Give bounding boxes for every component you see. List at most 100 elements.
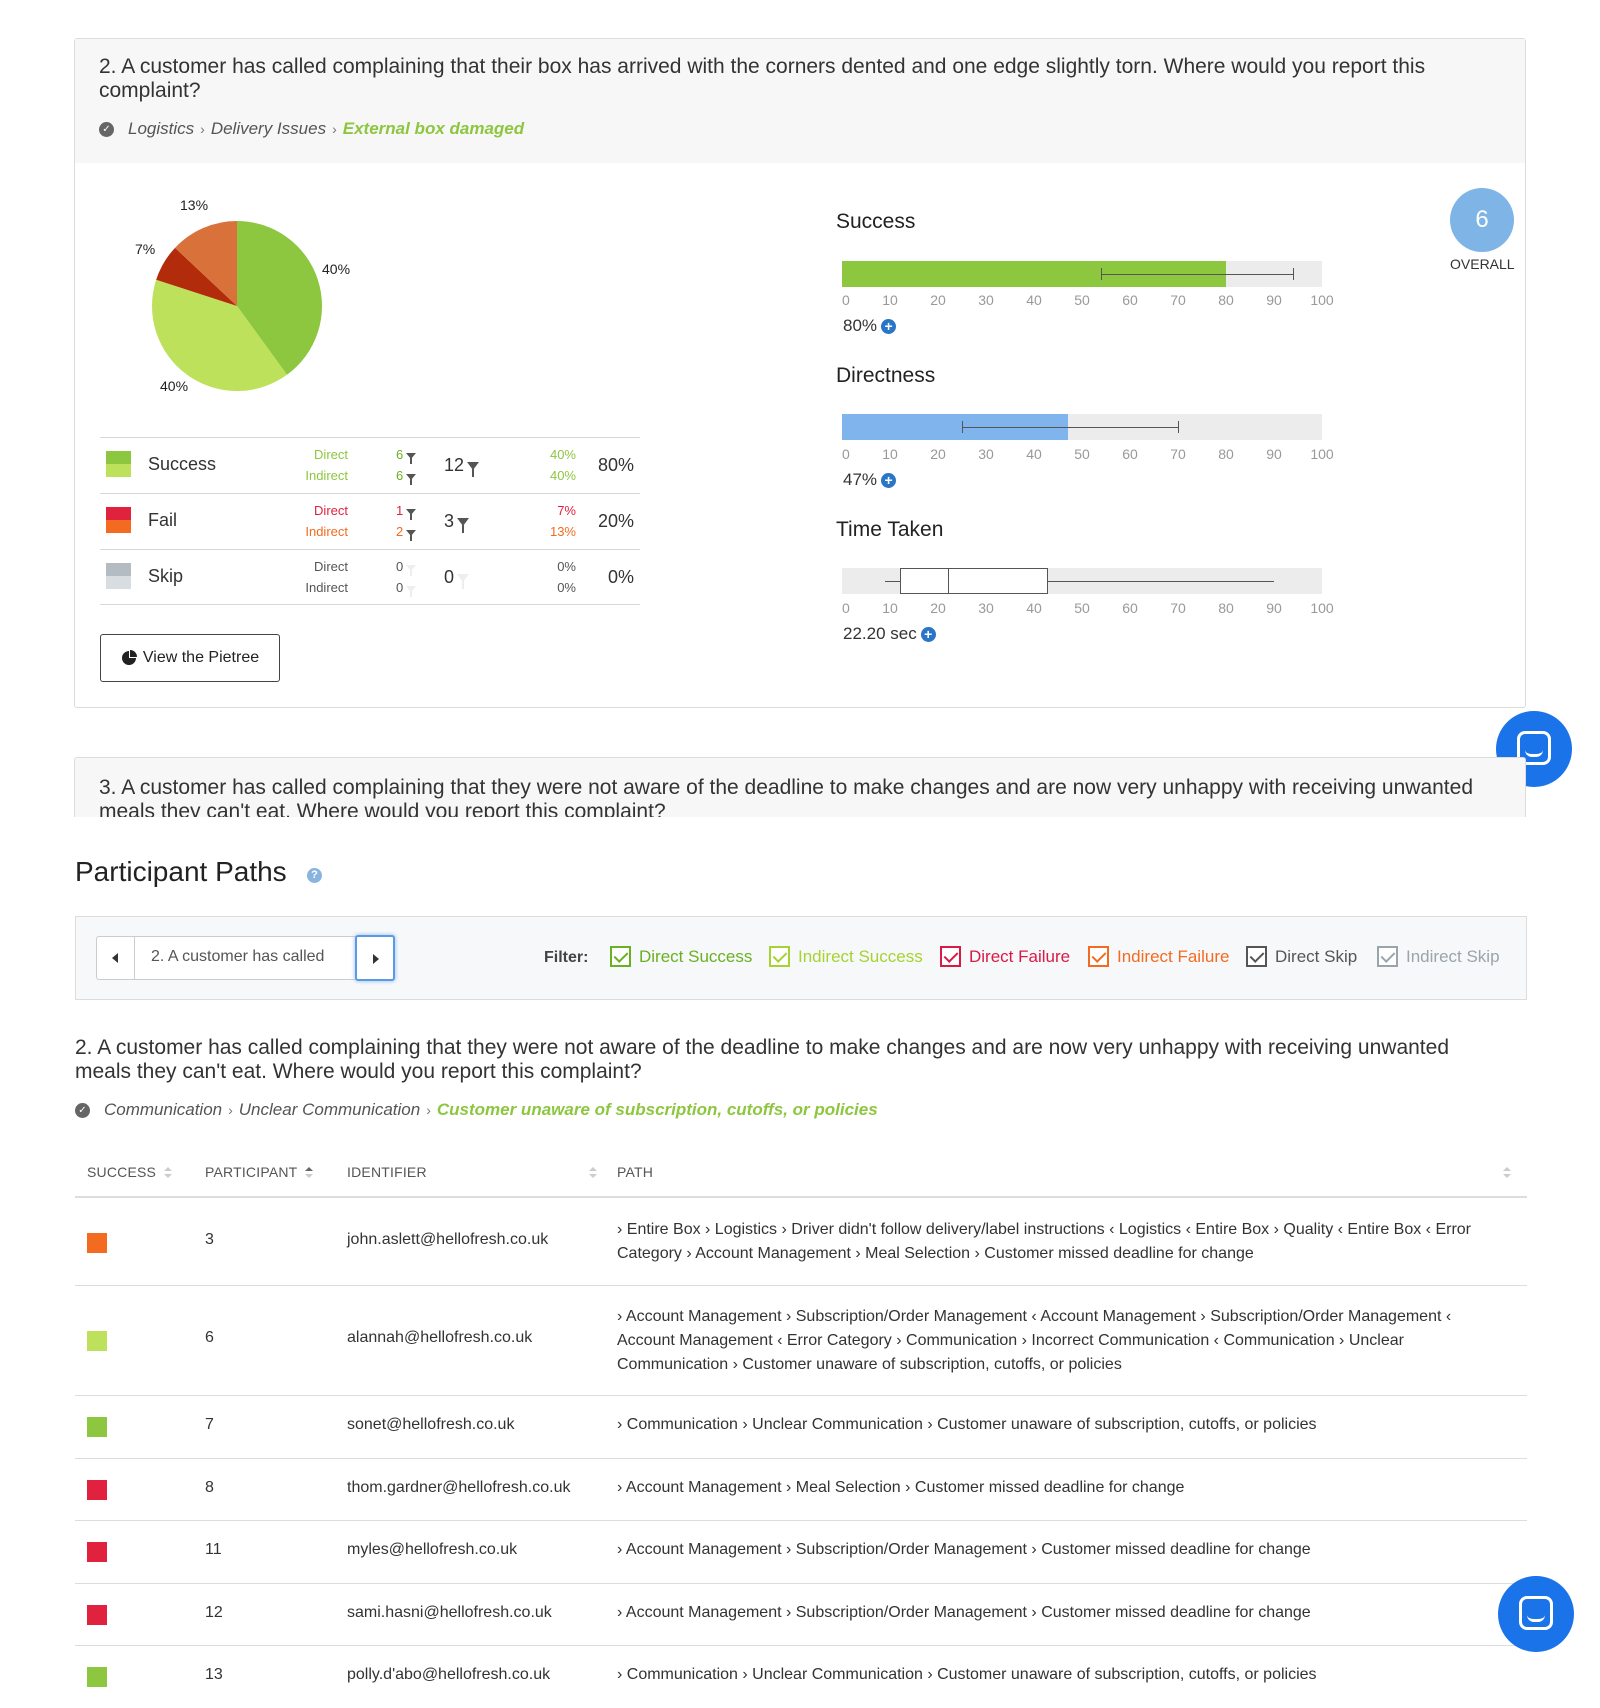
axis-tick-label: 90 [1266,292,1282,308]
table-row[interactable]: 7 sonet@hellofresh.co.uk › Communication… [75,1396,1527,1459]
direct-count: 0 [396,559,417,576]
directness-value: 47% + [843,470,897,490]
expand-plus-icon[interactable]: + [881,472,897,488]
filter-indirect-failure[interactable]: Indirect Failure [1088,946,1229,967]
pie-icon [121,650,137,665]
directness-axis: 0 10 20 30 40 50 60 70 80 90 100 [842,446,1334,462]
fail-swatch [106,507,131,533]
filter-indirect-success[interactable]: Indirect Success [769,946,923,967]
identifier: myles@hellofresh.co.uk [347,1541,518,1558]
count: 0 [444,567,455,587]
indirect-count-filter[interactable]: 2 [396,524,417,541]
axis-tick-label: 50 [1074,446,1090,462]
path-text: › Account Management › Meal Selection › … [617,1479,1185,1496]
total-count-filter[interactable]: 12 [444,455,480,478]
axis-tick-label: 60 [1122,292,1138,308]
help-icon[interactable]: ? [307,868,322,883]
axis-tick-label: 80 [1218,292,1234,308]
table-row[interactable]: 11 myles@hellofresh.co.uk › Account Mana… [75,1521,1527,1584]
funnel-icon [406,508,417,520]
direct-label: Direct [314,447,348,462]
total-pct: 80% [597,455,634,475]
identifier: john.aslett@hellofresh.co.uk [347,1231,549,1248]
view-pietree-button[interactable]: View the Pietree [100,634,280,682]
axis-tick-label: 70 [1170,292,1186,308]
confidence-interval [962,427,1178,428]
axis-tick-label: 40 [1026,600,1042,616]
table-row[interactable]: 6 alannah@hellofresh.co.uk › Account Man… [75,1286,1527,1396]
breadcrumb-item: Communication [104,1100,223,1119]
indirect-label: Indirect [305,524,348,539]
axis-tick-label: 40 [1026,446,1042,462]
axis-tick-label: 0 [842,446,850,462]
funnel-icon [457,518,470,534]
column-header-participant[interactable]: PARTICIPANT [205,1164,314,1180]
success-axis: 0 10 20 30 40 50 60 70 80 90 100 [842,292,1334,308]
card-header: 2. A customer has called complaining tha… [75,39,1525,163]
confidence-interval [1101,274,1294,275]
pie-label: 13% [180,197,209,213]
header-label: PARTICIPANT [205,1164,298,1180]
breadcrumb-item: Unclear Communication [238,1100,421,1119]
question-title: 3. A customer has called complaining tha… [99,776,1474,817]
indirect-count-filter[interactable]: 6 [396,468,417,485]
filter-direct-success[interactable]: Direct Success [610,946,752,967]
filter-direct-failure[interactable]: Direct Failure [940,946,1070,967]
question-selector-label: 2. A customer has called [151,948,325,965]
filter-direct-skip[interactable]: Direct Skip [1246,946,1357,967]
filter-option-label: Indirect Skip [1406,946,1500,966]
direct-label: Direct [314,559,348,574]
expand-plus-icon[interactable]: + [920,626,936,642]
column-header-success[interactable]: SUCCESS [87,1164,173,1180]
table-row[interactable]: 12 sami.hasni@hellofresh.co.uk › Account… [75,1584,1527,1646]
checkbox-checked-icon [1246,946,1267,967]
stats-row-skip: Skip Direct Indirect 0 0 0 0% 0% 0% [100,549,640,605]
table-row[interactable]: 3 john.aslett@hellofresh.co.uk › Entire … [75,1198,1527,1286]
directness-metric-title: Directness [836,364,936,387]
indirect-label: Indirect [305,468,348,483]
participant-id: 7 [205,1416,214,1433]
sort-icon [1503,1167,1511,1179]
checkbox-checked-icon [1377,946,1398,967]
next-question-button[interactable] [355,935,395,981]
axis-tick-label: 30 [978,600,994,616]
filter-option-label: Direct Failure [969,946,1071,966]
chat-launcher-button[interactable] [1498,1576,1574,1652]
stat-name: Success [148,454,217,474]
checkbox-checked-icon [610,946,631,967]
participant-id: 12 [205,1604,223,1621]
success-status-square [87,1605,107,1625]
direct-pct: 7% [557,503,576,518]
axis-tick-label: 80 [1218,446,1234,462]
success-status-square [87,1233,107,1253]
question-title: 2. A customer has called complaining tha… [99,55,1426,102]
axis-tick-label: 80 [1218,600,1234,616]
filter-indirect-skip[interactable]: Indirect Skip [1377,946,1500,967]
axis-tick-label: 100 [1310,446,1334,462]
total-pct: 20% [597,511,634,531]
total-count-filter[interactable]: 3 [444,511,470,534]
identifier: thom.gardner@hellofresh.co.uk [347,1479,571,1496]
funnel-icon [467,462,480,478]
view-pietree-label: View the Pietree [142,649,260,666]
axis-tick-label: 20 [930,600,946,616]
question-selector: 2. A customer has called [96,935,395,981]
chevron-right-icon: › [200,121,205,137]
boxplot-median [947,568,949,594]
direct-count-filter[interactable]: 1 [396,503,417,520]
column-header-identifier[interactable]: IDENTIFIER [347,1164,597,1180]
filter-option-label: Direct Success [639,946,753,966]
table-row[interactable]: 8 thom.gardner@hellofresh.co.uk › Accoun… [75,1459,1527,1521]
expand-plus-icon[interactable]: + [881,318,897,334]
path-text: › Account Management › Subscription/Orde… [617,1541,1311,1558]
skip-swatch [106,563,131,589]
indirect-pct: 0% [557,580,576,595]
breadcrumb-final: Customer unaware of subscription, cutoff… [436,1100,878,1119]
header-label: IDENTIFIER [347,1164,427,1180]
table-row[interactable]: 13 polly.d'abo@hellofresh.co.uk › Commun… [75,1646,1527,1708]
correct-answer-breadcrumb: ✓ Logistics › Delivery Issues › External… [99,119,524,139]
column-header-path[interactable]: PATH [617,1164,1517,1180]
direct-count-filter[interactable]: 6 [396,447,417,464]
total-count: 0 [444,567,470,590]
previous-question-button[interactable] [97,937,135,979]
